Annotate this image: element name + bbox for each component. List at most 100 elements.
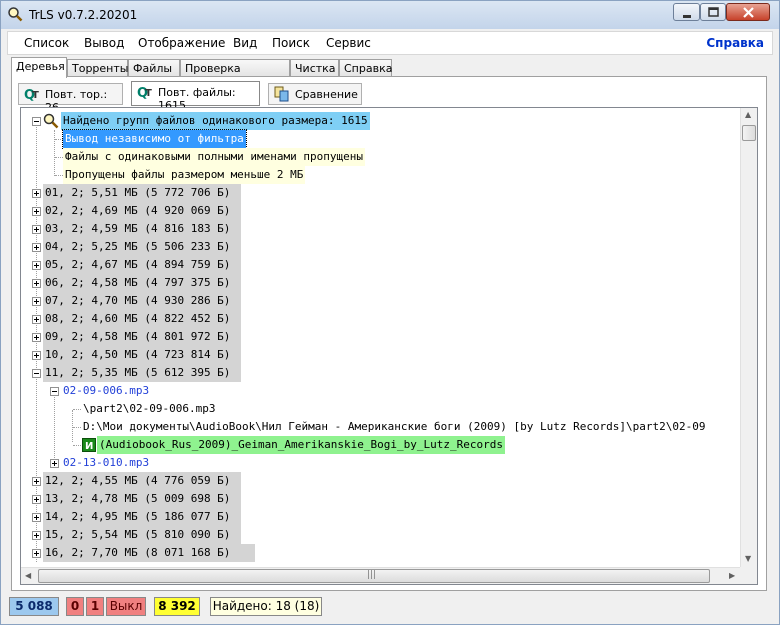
- expand-toggle[interactable]: [32, 279, 41, 288]
- tree-node[interactable]: Файлы с одинаковыми полными именами проп…: [21, 148, 742, 166]
- menu-list[interactable]: Список: [24, 36, 69, 50]
- tree-group-row[interactable]: 07, 2; 4,70 МБ (4 930 286 Б): [21, 292, 742, 310]
- tree-file-row[interactable]: 02-13-010.mp3: [21, 454, 742, 472]
- tab-help[interactable]: Справка: [339, 59, 392, 77]
- expand-toggle[interactable]: [32, 549, 41, 558]
- scroll-right-icon[interactable]: ▶: [729, 571, 735, 580]
- tree-group-row[interactable]: 10, 2; 4,50 МБ (4 723 814 Б): [21, 346, 742, 364]
- status-count-a: 5 088: [9, 597, 59, 616]
- tab-torrent-check[interactable]: Проверка торрента: [180, 59, 290, 88]
- tree-root-row[interactable]: Найдено групп файлов одинакового размера…: [21, 112, 742, 130]
- tree-group-label: 10, 2; 4,50 МБ (4 723 814 Б): [43, 346, 241, 364]
- expand-toggle[interactable]: [50, 459, 59, 468]
- svg-text:И: И: [85, 441, 93, 452]
- tree-group-label: 09, 2; 4,58 МБ (4 801 972 Б): [43, 328, 241, 346]
- tree-node[interactable]: Вывод независимо от фильтра: [21, 129, 742, 149]
- tree-group-label: 03, 2; 4,59 МБ (4 816 183 Б): [43, 220, 241, 238]
- tree-group-row[interactable]: 12, 2; 4,55 МБ (4 776 059 Б): [21, 472, 742, 490]
- tree-line: [73, 427, 81, 428]
- subtab-repeated-torrents[interactable]: QT Повт. тор.: 26: [18, 83, 123, 114]
- expand-toggle[interactable]: [32, 261, 41, 270]
- tree-root-label: Найдено групп файлов одинакового размера…: [61, 112, 370, 130]
- tree-group-label: 07, 2; 4,70 МБ (4 930 286 Б): [43, 292, 241, 310]
- tab-cleanup[interactable]: Чистка: [290, 59, 339, 77]
- tree-group-row[interactable]: 08, 2; 4,60 МБ (4 822 452 Б): [21, 310, 742, 328]
- tree-view[interactable]: Найдено групп файлов одинакового размера…: [21, 108, 742, 568]
- expand-toggle[interactable]: [32, 333, 41, 342]
- expand-toggle[interactable]: [32, 297, 41, 306]
- menu-display[interactable]: Отображение: [138, 36, 225, 50]
- menu-service[interactable]: Сервис: [326, 36, 371, 50]
- menu-view[interactable]: Вид: [233, 36, 257, 50]
- tree-line: [73, 445, 81, 446]
- app-window: TrLS v0.7.2.20201 Список Вывод Отображен…: [0, 0, 780, 625]
- status-flag-1[interactable]: 1: [86, 597, 104, 616]
- tree-file-row[interactable]: 02-09-006.mp3: [21, 382, 742, 400]
- collapse-toggle[interactable]: [50, 387, 59, 396]
- expand-toggle[interactable]: [32, 207, 41, 216]
- tree-group-row[interactable]: 04, 2; 5,25 МБ (5 506 233 Б): [21, 238, 742, 256]
- horizontal-scrollbar[interactable]: ◀ ||| ▶: [21, 567, 742, 584]
- tree-group-row[interactable]: 14, 2; 4,95 МБ (5 186 077 Б): [21, 508, 742, 526]
- tree-group-label: 08, 2; 4,60 МБ (4 822 452 Б): [43, 310, 241, 328]
- tree-path-row[interactable]: D:\Мои документы\AudioBook\Нил Гейман - …: [21, 418, 742, 436]
- tree-line: [73, 409, 81, 410]
- tree-group-row[interactable]: 16, 2; 7,70 МБ (8 071 168 Б): [21, 544, 742, 562]
- window-title: TrLS v0.7.2.20201: [29, 8, 138, 22]
- tree-group-label: 01, 2; 5,51 МБ (5 772 706 Б): [43, 184, 241, 202]
- vertical-scroll-thumb[interactable]: [742, 125, 756, 141]
- title-bar[interactable]: TrLS v0.7.2.20201: [1, 1, 779, 29]
- scroll-left-icon[interactable]: ◀: [25, 571, 31, 580]
- status-flag-0[interactable]: 0: [66, 597, 84, 616]
- close-button[interactable]: [726, 3, 770, 21]
- tree-path-label: D:\Мои документы\AudioBook\Нил Гейман - …: [83, 420, 706, 433]
- subtab-repeated-files[interactable]: QT Повт. файлы: 1615: [131, 81, 260, 112]
- tree-group-row[interactable]: 02, 2; 4,69 МБ (4 920 069 Б): [21, 202, 742, 220]
- expand-toggle[interactable]: [32, 477, 41, 486]
- scroll-corner: [740, 567, 757, 584]
- expand-toggle[interactable]: [32, 531, 41, 540]
- tree-group-row[interactable]: 15, 2; 5,54 МБ (5 810 090 Б): [21, 526, 742, 544]
- expand-toggle[interactable]: [32, 225, 41, 234]
- expand-toggle[interactable]: [32, 513, 41, 522]
- subtab-compare[interactable]: Сравнение: [268, 83, 362, 105]
- scroll-down-icon[interactable]: ▼: [745, 554, 751, 563]
- tab-torrents[interactable]: Торренты: [67, 59, 128, 77]
- expand-toggle[interactable]: [32, 243, 41, 252]
- maximize-button[interactable]: [700, 3, 726, 21]
- expand-toggle[interactable]: [32, 189, 41, 198]
- vertical-scrollbar[interactable]: ▲ ▼: [740, 108, 757, 568]
- tree-node-label: Пропущены файлы размером меньше 2 МБ: [63, 166, 306, 184]
- tree-group-row[interactable]: 09, 2; 4,58 МБ (4 801 972 Б): [21, 328, 742, 346]
- tree-file-label: 02-09-006.mp3: [63, 384, 150, 397]
- compare-icon: [274, 86, 290, 102]
- collapse-toggle[interactable]: [32, 117, 41, 126]
- torrent-file-icon: И: [82, 438, 96, 455]
- minimize-button[interactable]: [673, 3, 700, 21]
- tree-group-row[interactable]: 13, 2; 4,78 МБ (5 009 698 Б): [21, 490, 742, 508]
- tree-group-row[interactable]: 05, 2; 4,67 МБ (4 894 759 Б): [21, 256, 742, 274]
- results-tree[interactable]: Найдено групп файлов одинакового размера…: [20, 107, 758, 585]
- scroll-up-icon[interactable]: ▲: [745, 110, 751, 119]
- collapse-toggle[interactable]: [32, 369, 41, 378]
- tree-group-row[interactable]: 11, 2; 5,35 МБ (5 612 395 Б): [21, 364, 742, 382]
- tab-trees[interactable]: Деревья: [11, 57, 67, 78]
- tab-files[interactable]: Файлы: [128, 59, 180, 77]
- tree-path-row[interactable]: \part2\02-09-006.mp3: [21, 400, 742, 418]
- tree-node[interactable]: Пропущены файлы размером меньше 2 МБ: [21, 166, 742, 184]
- subtab-label: Сравнение: [295, 88, 358, 101]
- tree-line: [55, 157, 63, 158]
- tree-group-row[interactable]: 06, 2; 4,58 МБ (4 797 375 Б): [21, 274, 742, 292]
- tree-group-row[interactable]: 01, 2; 5,51 МБ (5 772 706 Б): [21, 184, 742, 202]
- status-off-toggle[interactable]: Выкл: [106, 597, 146, 616]
- expand-toggle[interactable]: [32, 495, 41, 504]
- expand-toggle[interactable]: [32, 315, 41, 324]
- tree-torrent-row[interactable]: И (Audiobook_Rus_2009)_Geiman_Amerikansk…: [21, 436, 742, 454]
- tree-group-row[interactable]: 03, 2; 4,59 МБ (4 816 183 Б): [21, 220, 742, 238]
- menu-help[interactable]: Справка: [706, 36, 764, 50]
- horizontal-scroll-thumb[interactable]: |||: [38, 569, 710, 583]
- menu-output[interactable]: Вывод: [84, 36, 124, 50]
- trees-panel: QT Повт. тор.: 26 QT Повт. файлы: 1615 С…: [11, 76, 767, 591]
- expand-toggle[interactable]: [32, 351, 41, 360]
- menu-search[interactable]: Поиск: [272, 36, 310, 50]
